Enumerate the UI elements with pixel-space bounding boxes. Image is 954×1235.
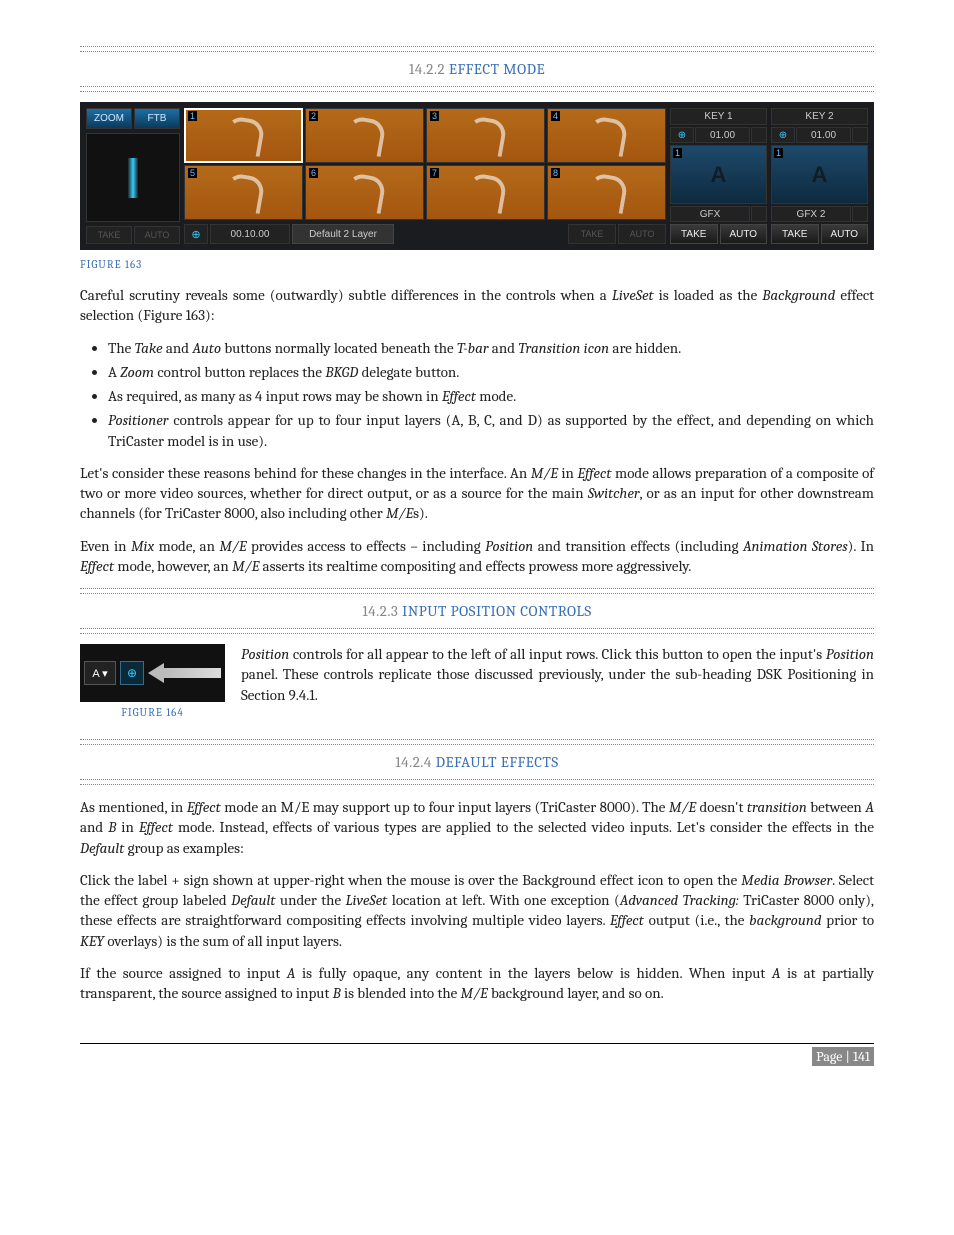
key2-gfx[interactable]: GFX 2 [771,206,851,222]
positioner-icon[interactable]: ⊕ [184,224,208,244]
section-header-1424: 14.2.4 DEFAULT EFFECTS [80,751,874,773]
body-para: If the source assigned to input A is ful… [80,963,874,1004]
page-number: Page | 141 [812,1047,874,1066]
key2-header: KEY 2 [771,108,868,125]
key2-auto[interactable]: AUTO [821,224,869,244]
figure-163: ZOOM FTB TAKE AUTO 1 2 3 4 5 6 7 8 ⊕ 00.… [80,102,874,250]
list-item: Positioner controls appear for up to fou… [108,410,874,451]
key2-dropdown[interactable] [852,127,868,143]
time-display[interactable]: 00.10.00 [210,224,290,244]
figure-164-caption: FIGURE 164 [80,706,225,719]
ftb-button[interactable]: FTB [134,108,180,129]
input-a-dropdown[interactable]: A ▾ [84,661,116,685]
key1-thumb[interactable]: 1A [670,145,767,204]
input-tile-7[interactable]: 7 [426,165,545,220]
key1-header: KEY 1 [670,108,767,125]
position-button[interactable]: ⊕ [120,661,144,685]
body-para: Position controls for all appear to the … [241,644,874,705]
section-title: DEFAULT EFFECTS [436,753,559,771]
input-tile-2[interactable]: 2 [305,108,424,163]
key1-gfx[interactable]: GFX [670,206,750,222]
bg-take-disabled: TAKE [568,224,616,244]
section-num: 14.2.2 [409,60,445,78]
bg-auto-disabled: AUTO [618,224,666,244]
input-tile-4[interactable]: 4 [547,108,666,163]
arrow-icon [148,663,221,683]
bullet-list: The Take and Auto buttons normally locat… [80,338,874,451]
input-tile-3[interactable]: 3 [426,108,545,163]
input-tile-8[interactable]: 8 [547,165,666,220]
section-header-1422: 14.2.2 EFFECT MODE [80,58,874,80]
list-item: A Zoom control button replaces the BKGD … [108,362,874,382]
key1-gfx-dd[interactable] [751,206,767,222]
key1-time[interactable]: 01.00 [695,127,750,143]
effect-label[interactable]: Default 2 Layer [292,224,394,244]
zoom-button[interactable]: ZOOM [86,108,132,129]
figure-163-caption: FIGURE 163 [80,258,874,271]
body-para: As mentioned, in Effect mode an M/E may … [80,797,874,858]
key1-auto[interactable]: AUTO [720,224,768,244]
body-para: Click the label + sign shown at upper-ri… [80,870,874,951]
take-button-disabled: TAKE [86,226,132,244]
list-item: As required, as many as 4 input rows may… [108,386,874,406]
key2-take[interactable]: TAKE [771,224,819,244]
section-num: 14.2.3 [362,602,398,620]
auto-button-disabled: AUTO [134,226,180,244]
section-title: INPUT POSITION CONTROLS [402,602,591,620]
input-tile-5[interactable]: 5 [184,165,303,220]
section-title: EFFECT MODE [449,60,545,78]
input-tile-1[interactable]: 1 [184,108,303,163]
body-para: Let's consider these reasons behind for … [80,463,874,524]
section-num: 14.2.4 [395,753,431,771]
key2-gfx-dd[interactable] [852,206,868,222]
figure-164: A ▾ ⊕ [80,644,225,702]
key2-column: KEY 2 ⊕ 01.00 1A GFX 2 TAKE AUTO [771,108,868,244]
key1-take[interactable]: TAKE [670,224,718,244]
key2-thumb[interactable]: 1A [771,145,868,204]
key1-column: KEY 1 ⊕ 01.00 1A GFX TAKE AUTO [670,108,767,244]
input-tile-6[interactable]: 6 [305,165,424,220]
key1-pos-icon[interactable]: ⊕ [670,127,694,143]
section-header-1423: 14.2.3 INPUT POSITION CONTROLS [80,600,874,622]
key1-dropdown[interactable] [751,127,767,143]
key2-pos-icon[interactable]: ⊕ [771,127,795,143]
tbar[interactable] [86,133,180,222]
list-item: The Take and Auto buttons normally locat… [108,338,874,358]
page-footer: Page | 141 [80,1043,874,1065]
key2-time[interactable]: 01.00 [796,127,851,143]
body-para: Careful scrutiny reveals some (outwardly… [80,285,874,326]
body-para: Even in Mix mode, an M/E provides access… [80,536,874,577]
